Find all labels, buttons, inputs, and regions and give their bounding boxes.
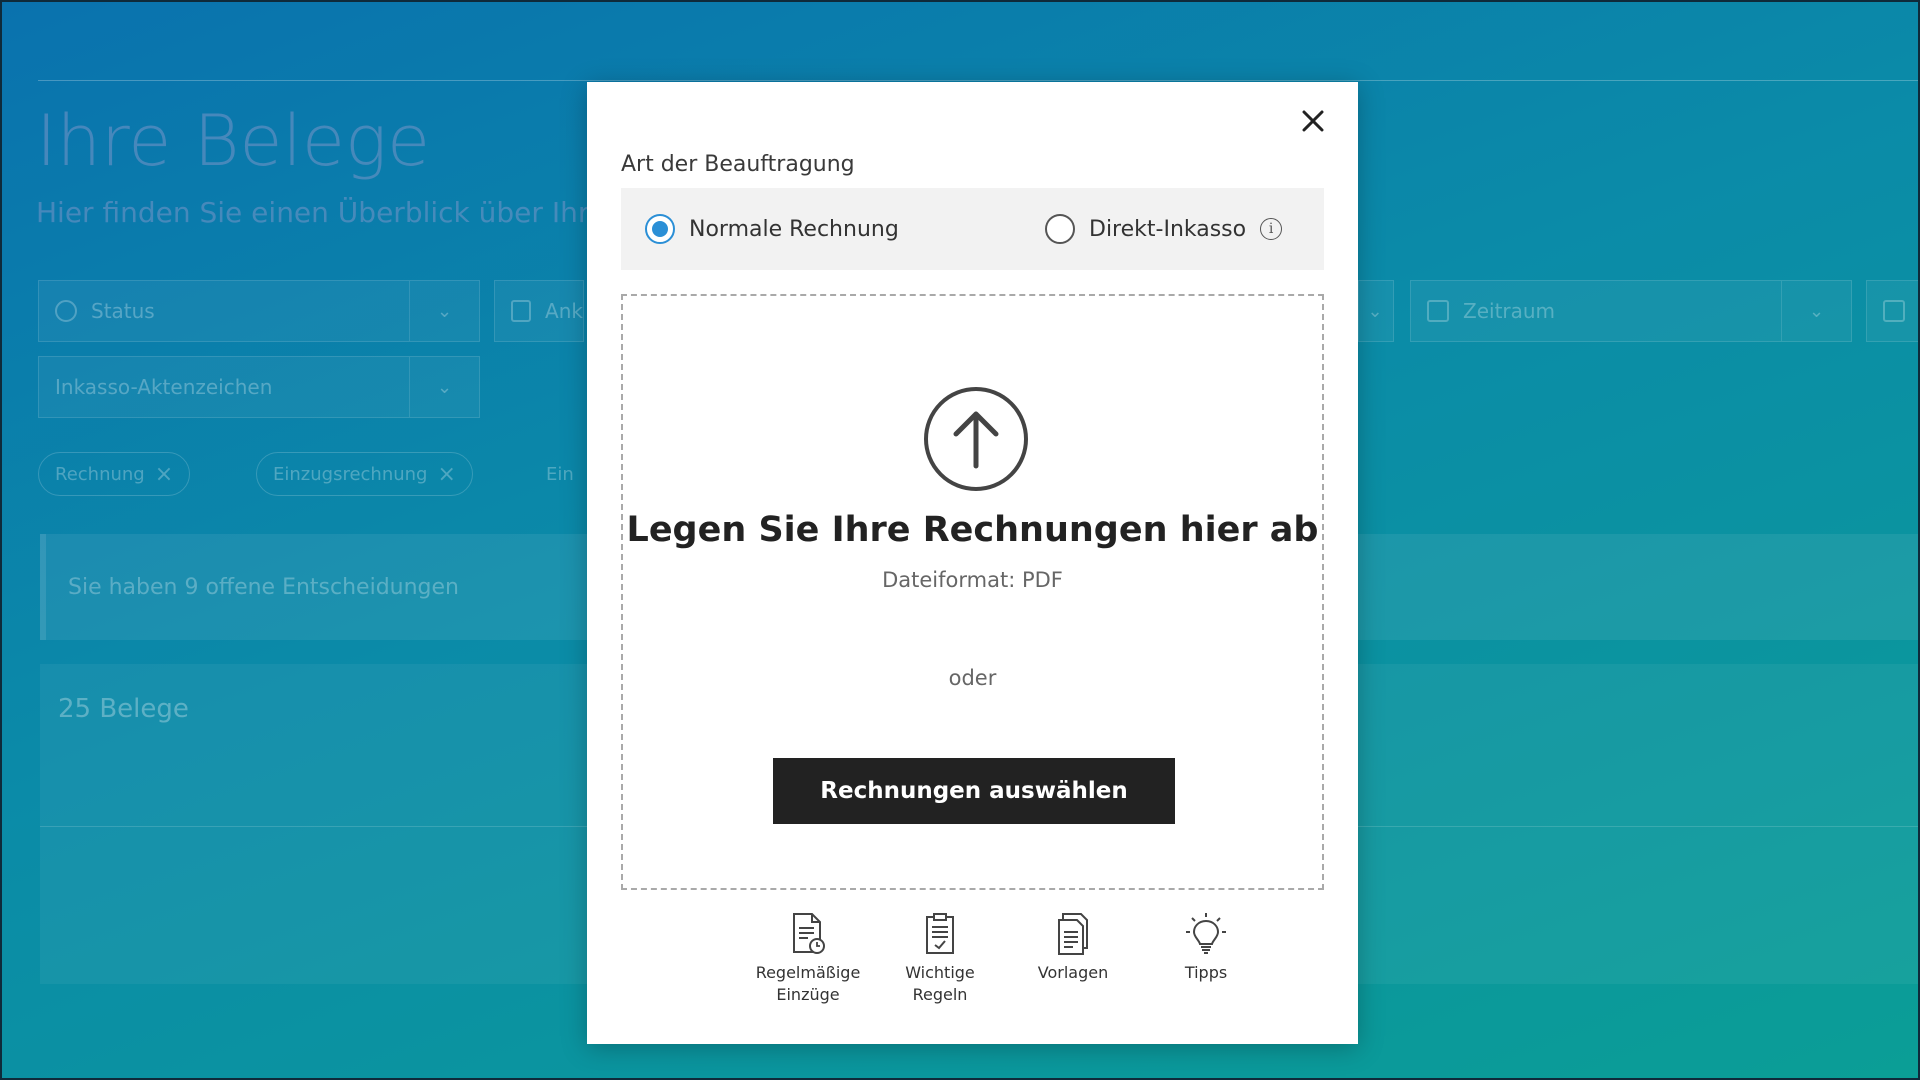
radio-unchecked-icon[interactable] bbox=[1045, 214, 1075, 244]
tool-label: Vorlagen bbox=[1008, 962, 1138, 984]
chip-label: Rechnung bbox=[55, 463, 145, 485]
chevron-down-icon: ⌄ bbox=[1367, 300, 1383, 322]
calendar-icon bbox=[1427, 300, 1449, 322]
chevron-down-icon: ⌄ bbox=[409, 357, 479, 417]
filter-chip-partial[interactable]: Ein bbox=[530, 452, 590, 496]
document-icon bbox=[1058, 913, 1088, 955]
tool-label-line2: Einzüge bbox=[776, 985, 840, 1004]
status-filter[interactable]: Status ⌄ bbox=[38, 280, 480, 342]
zeitraum-filter-label: Zeitraum bbox=[1463, 299, 1556, 323]
dropzone-title: Legen Sie Ihre Rechnungen hier ab bbox=[626, 510, 1319, 550]
radio-direkt-inkasso[interactable]: Direkt-Inkasso i bbox=[1045, 188, 1283, 270]
tool-label-line1: Tipps bbox=[1184, 963, 1228, 982]
aktenzeichen-filter-label: Inkasso-Aktenzeichen bbox=[55, 375, 273, 399]
people-icon bbox=[511, 300, 532, 322]
close-icon[interactable]: × bbox=[437, 462, 455, 487]
ank-filter-label: Ank bbox=[545, 299, 583, 323]
tool-label: Regelmäßige Einzüge bbox=[743, 962, 873, 1006]
file-format-hint: Dateiformat: PDF bbox=[882, 568, 1063, 592]
tool-label-line1: Wichtige bbox=[905, 963, 975, 982]
close-icon[interactable]: × bbox=[155, 462, 173, 487]
or-separator: oder bbox=[948, 666, 997, 690]
filter-chip-einzugsrechnung[interactable]: Einzugsrechnung × bbox=[256, 452, 473, 496]
tool-label-line1: Vorlagen bbox=[1037, 963, 1109, 982]
filter-caret-partial[interactable]: ⌄ bbox=[1358, 280, 1394, 342]
upload-dialog: Art der Beauftragung Normale Rechnung Di… bbox=[587, 82, 1358, 1044]
chevron-down-icon: ⌄ bbox=[409, 281, 479, 341]
tool-label: Tipps bbox=[1141, 962, 1271, 984]
upload-arrow-icon bbox=[924, 387, 1028, 491]
page-title: Ihre Belege bbox=[36, 100, 431, 182]
lightbulb-icon bbox=[1186, 913, 1226, 954]
radio-checked-icon[interactable] bbox=[645, 214, 675, 244]
page-subtitle: Hier finden Sie einen Überblick über Ihr… bbox=[36, 196, 606, 229]
tool-wichtige-regeln[interactable]: Wichtige Regeln bbox=[875, 912, 1005, 1006]
tool-vorlagen[interactable]: Vorlagen bbox=[1008, 912, 1138, 984]
ank-filter[interactable]: Ank bbox=[494, 280, 584, 342]
documents-count: 25 Belege bbox=[58, 694, 189, 724]
document-icon bbox=[1883, 300, 1905, 322]
tool-tipps[interactable]: Tipps bbox=[1141, 912, 1271, 984]
order-type-group: Normale Rechnung Direkt-Inkasso i bbox=[621, 188, 1324, 270]
chip-label: Einzugsrechnung bbox=[273, 463, 428, 485]
close-button[interactable] bbox=[1290, 98, 1336, 144]
file-dropzone[interactable]: Legen Sie Ihre Rechnungen hier ab Dateif… bbox=[621, 294, 1324, 890]
banner-text: Sie haben 9 offene Entscheidungen bbox=[68, 574, 459, 600]
tool-regelmaessige-einzuege[interactable]: Regelmäßige Einzüge bbox=[743, 912, 873, 1006]
radio-label: Direkt-Inkasso bbox=[1089, 216, 1247, 242]
radio-label: Normale Rechnung bbox=[689, 216, 899, 242]
tool-label: Wichtige Regeln bbox=[875, 962, 1005, 1006]
clipboard-check-icon bbox=[926, 913, 954, 954]
recurring-document-icon bbox=[793, 913, 825, 954]
info-icon[interactable]: i bbox=[1260, 218, 1283, 240]
chevron-down-icon: ⌄ bbox=[1781, 281, 1851, 341]
help-toolbar: Regelmäßige Einzüge Wichtige Regeln Vorl… bbox=[587, 912, 1358, 1022]
tool-label-line2: Regeln bbox=[912, 985, 968, 1004]
section-label: Art der Beauftragung bbox=[621, 152, 855, 177]
close-icon bbox=[1302, 110, 1324, 132]
tool-label-line1: Regelmäßige bbox=[755, 963, 861, 982]
aktenzeichen-filter[interactable]: Inkasso-Aktenzeichen ⌄ bbox=[38, 356, 480, 418]
filter-chip-rechnung[interactable]: Rechnung × bbox=[38, 452, 191, 496]
status-icon bbox=[55, 300, 77, 322]
zeitraum-filter[interactable]: Zeitraum ⌄ bbox=[1410, 280, 1852, 342]
select-invoices-button[interactable]: Rechnungen auswählen bbox=[773, 758, 1175, 824]
radio-normale-rechnung[interactable]: Normale Rechnung bbox=[645, 188, 899, 270]
chip-label: Ein bbox=[546, 463, 574, 485]
status-filter-label: Status bbox=[91, 299, 155, 323]
header-divider bbox=[38, 80, 1920, 81]
extra-filter-partial[interactable] bbox=[1866, 280, 1920, 342]
